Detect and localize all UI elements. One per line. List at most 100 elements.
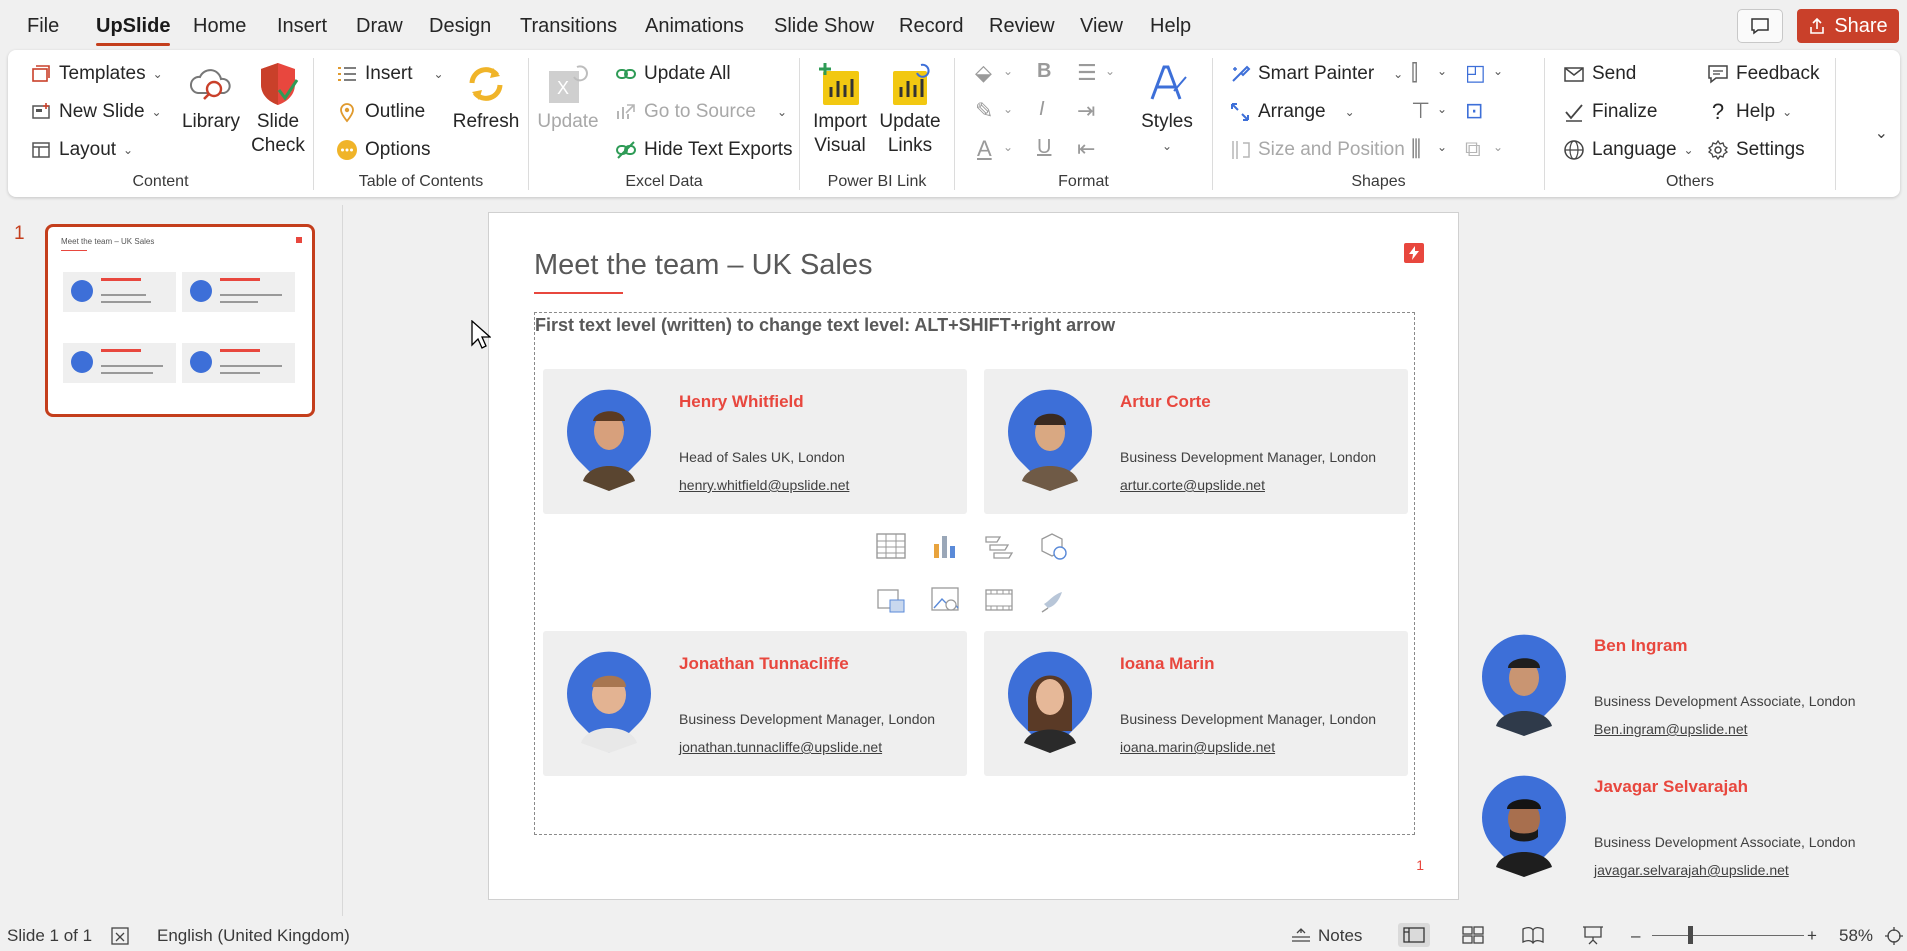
feedback-button[interactable]: Feedback xyxy=(1707,60,1819,88)
chevron-down-icon[interactable]: ⌄ xyxy=(1105,64,1115,78)
update-all-button[interactable]: Update All xyxy=(615,60,731,88)
offslide-team-card[interactable]: Javagar Selvarajah Business Development … xyxy=(1458,771,1858,891)
ribbon-collapse-icon[interactable]: ⌄ xyxy=(1875,123,1888,143)
insert-video-icon[interactable] xyxy=(983,584,1015,616)
slide-show-button[interactable] xyxy=(1577,923,1609,947)
arrange-button[interactable]: Arrange ⌄ xyxy=(1229,98,1355,126)
team-card[interactable]: Henry Whitfield Head of Sales UK, London… xyxy=(543,369,967,514)
toc-options-button[interactable]: Options xyxy=(336,136,430,164)
chevron-down-icon[interactable]: ⌄ xyxy=(1003,64,1013,78)
smart-painter-button[interactable]: Smart Painter ⌄ xyxy=(1229,60,1403,88)
italic-icon[interactable]: I xyxy=(1039,98,1045,121)
language-status[interactable]: English (United Kingdom) xyxy=(157,926,350,946)
tab-help[interactable]: Help xyxy=(1150,15,1191,38)
team-card[interactable]: Ioana Marin Business Development Manager… xyxy=(984,631,1408,776)
team-card[interactable]: Jonathan Tunnacliffe Business Developmen… xyxy=(543,631,967,776)
settings-button[interactable]: Settings xyxy=(1707,136,1805,164)
team-member-email[interactable]: artur.corte@upslide.net xyxy=(1120,477,1265,493)
indent-increase-icon[interactable]: ⇥ xyxy=(1077,98,1095,124)
zoom-out-button[interactable]: – xyxy=(1631,926,1640,946)
team-member-email[interactable]: Ben.ingram@upslide.net xyxy=(1594,721,1748,737)
align-top-icon[interactable]: ⊤ xyxy=(1411,98,1430,124)
tab-animations[interactable]: Animations xyxy=(645,15,744,38)
zoom-slider-thumb[interactable] xyxy=(1688,926,1693,944)
update-links-button[interactable]: Update Links xyxy=(874,58,946,158)
chevron-down-icon[interactable]: ⌄ xyxy=(1003,102,1013,116)
team-member-email[interactable]: javagar.selvarajah@upslide.net xyxy=(1594,862,1789,878)
fill-color-icon[interactable]: ⬙ xyxy=(975,60,992,86)
tab-review[interactable]: Review xyxy=(989,15,1055,38)
tab-draw[interactable]: Draw xyxy=(356,15,403,38)
insert-table-icon[interactable] xyxy=(875,530,907,562)
team-member-email[interactable]: ioana.marin@upslide.net xyxy=(1120,739,1275,755)
language-button[interactable]: Language ⌄ xyxy=(1563,136,1694,164)
tab-file[interactable]: File xyxy=(27,15,59,38)
excel-update-button[interactable]: X Update xyxy=(533,58,603,134)
tab-record[interactable]: Record xyxy=(899,15,963,38)
zoom-in-button[interactable]: + xyxy=(1807,926,1817,946)
share-button[interactable]: Share xyxy=(1797,9,1899,43)
insert-chart-icon[interactable] xyxy=(929,530,961,562)
insert-3d-model-icon[interactable] xyxy=(1037,530,1069,562)
slide-title[interactable]: Meet the team – UK Sales xyxy=(534,249,873,282)
size-position-button[interactable]: Size and Position xyxy=(1229,136,1405,164)
tab-slide-show[interactable]: Slide Show xyxy=(774,15,874,38)
fit-to-window-icon[interactable] xyxy=(1884,926,1904,946)
bold-icon[interactable]: B xyxy=(1037,60,1051,83)
reading-view-button[interactable] xyxy=(1517,923,1549,947)
chevron-down-icon[interactable]: ⌄ xyxy=(1437,64,1447,78)
normal-view-button[interactable] xyxy=(1398,923,1430,947)
underline-icon[interactable]: U xyxy=(1037,136,1051,159)
zoom-slider[interactable] xyxy=(1652,935,1804,936)
send-button[interactable]: Send xyxy=(1563,60,1636,88)
insert-smartart-icon[interactable] xyxy=(983,530,1015,562)
slide-canvas[interactable]: Meet the team – UK Sales First text leve… xyxy=(488,212,1459,900)
tab-upslide[interactable]: UpSlide xyxy=(96,15,171,46)
offslide-team-card[interactable]: Ben Ingram Business Development Associat… xyxy=(1458,630,1858,750)
tab-transitions[interactable]: Transitions xyxy=(520,15,617,38)
team-member-email[interactable]: jonathan.tunnacliffe@upslide.net xyxy=(679,739,882,755)
comments-button[interactable] xyxy=(1737,9,1783,43)
insert-stock-image-icon[interactable] xyxy=(929,584,961,616)
tab-insert[interactable]: Insert xyxy=(277,15,327,38)
tab-home[interactable]: Home xyxy=(193,15,246,38)
styles-button[interactable]: Styles ⌄ xyxy=(1131,58,1203,158)
line-color-icon[interactable]: ✎ xyxy=(975,98,993,124)
align-left-icon[interactable]: ⫿ xyxy=(1411,60,1418,86)
library-button[interactable]: Library xyxy=(178,58,244,134)
distribute-icon[interactable]: ⫼ xyxy=(1411,136,1421,162)
notes-button[interactable]: Notes xyxy=(1290,926,1362,946)
templates-button[interactable]: Templates ⌄ xyxy=(30,60,163,88)
slide-check-button[interactable]: Slide Check xyxy=(243,58,313,158)
import-visual-button[interactable]: Import Visual xyxy=(806,58,874,158)
tab-view[interactable]: View xyxy=(1080,15,1123,38)
chevron-down-icon[interactable]: ⌄ xyxy=(1493,140,1503,154)
help-button[interactable]: ? Help ⌄ xyxy=(1707,98,1792,126)
chevron-down-icon[interactable]: ⌄ xyxy=(1437,102,1447,116)
font-color-icon[interactable]: A xyxy=(977,136,992,162)
indent-decrease-icon[interactable]: ⇤ xyxy=(1077,136,1095,162)
tab-design[interactable]: Design xyxy=(429,15,491,38)
placeholder-text[interactable]: First text level (written) to change tex… xyxy=(535,315,1115,336)
layout-button[interactable]: Layout ⌄ xyxy=(30,136,133,164)
chevron-down-icon[interactable]: ⌄ xyxy=(1493,64,1503,78)
zoom-level[interactable]: 58% xyxy=(1839,926,1873,946)
text-box-icon[interactable]: ⊡ xyxy=(1465,98,1483,124)
insert-picture-icon[interactable] xyxy=(875,584,907,616)
accessibility-icon[interactable] xyxy=(110,926,132,946)
slide-sorter-button[interactable] xyxy=(1457,923,1489,947)
go-to-source-button[interactable]: Go to Source ⌄ xyxy=(615,98,787,126)
team-member-email[interactable]: henry.whitfield@upslide.net xyxy=(679,477,849,493)
new-slide-button[interactable]: New Slide ⌄ xyxy=(30,98,162,126)
content-placeholder[interactable]: First text level (written) to change tex… xyxy=(534,312,1415,835)
toc-refresh-button[interactable]: Refresh xyxy=(450,58,522,134)
toc-outline-button[interactable]: Outline xyxy=(336,98,425,126)
chevron-down-icon[interactable]: ⌄ xyxy=(1437,140,1447,154)
toc-insert-button[interactable]: Insert ⌄ xyxy=(336,60,444,88)
align-icon[interactable]: ☰ xyxy=(1077,60,1097,86)
hide-text-exports-button[interactable]: Hide Text Exports xyxy=(615,136,793,164)
finalize-button[interactable]: Finalize xyxy=(1563,98,1657,126)
slide-thumbnail[interactable]: Meet the team – UK Sales xyxy=(45,224,315,417)
chevron-down-icon[interactable]: ⌄ xyxy=(1003,140,1013,154)
group-shapes-icon[interactable]: ⧉ xyxy=(1465,136,1481,162)
